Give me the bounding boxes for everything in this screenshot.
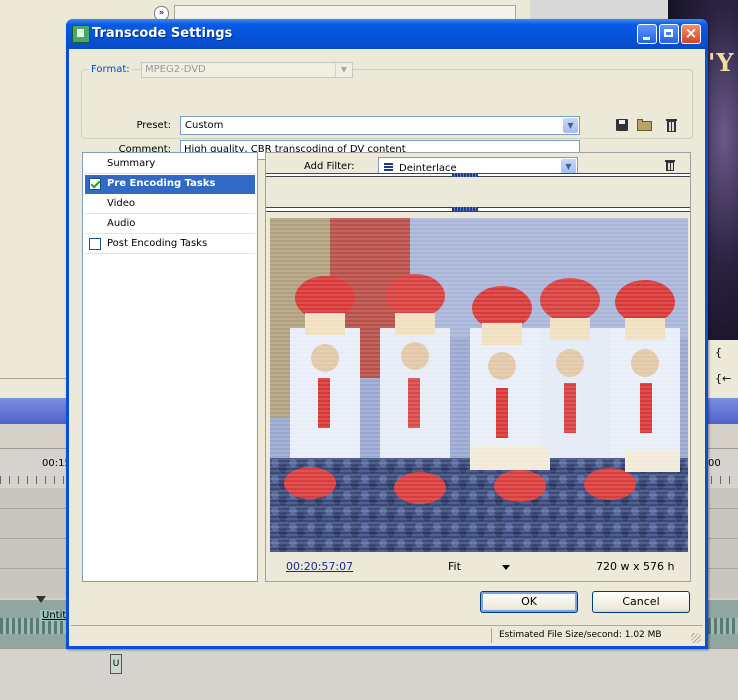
transcode-settings-dialog: Transcode Settings × Format: MPEG2-DVD ▼… [66,19,708,649]
playhead-icon[interactable] [36,596,46,603]
dialog-client: Format: MPEG2-DVD ▼ Preset: Custom ▼ Com… [69,49,705,646]
task-label: Summary [107,158,156,169]
mark-in-icon[interactable]: { [715,346,722,359]
format-value: MPEG2-DVD [145,64,206,75]
pre-encoding-checkbox[interactable] [89,178,101,190]
bg-monitor-controls: { {← [705,340,738,400]
filter-icon [384,163,393,172]
trash-icon[interactable] [664,160,676,172]
close-button[interactable]: × [681,24,701,44]
bg-project-panel [0,22,68,398]
task-item-audio[interactable]: Audio [85,215,255,234]
format-label: Format: [89,64,132,75]
zoom-select[interactable]: Fit [448,560,461,573]
estimated-size-label: Estimated File Size/second: 1.02 MB [499,630,662,640]
bg-video-caption: 'Y [708,48,735,77]
chevron-down-icon[interactable]: ▼ [561,159,576,174]
timecode-link[interactable]: 00:20:57:07 [286,560,353,573]
task-label: Pre Encoding Tasks [107,178,216,189]
resize-grip-icon[interactable] [691,633,701,643]
task-item-post-encoding[interactable]: Post Encoding Tasks [85,235,255,254]
resolution-label: 720 w x 576 h [596,560,675,573]
task-label: Audio [107,218,136,229]
chevron-down-icon[interactable] [502,565,510,570]
task-label: Video [107,198,136,209]
post-encoding-checkbox[interactable] [89,238,101,250]
preset-label: Preset: [136,120,171,131]
cancel-button[interactable]: Cancel [592,591,690,613]
task-label: Post Encoding Tasks [107,238,208,249]
maximize-button[interactable] [659,24,679,44]
track-marker[interactable]: U [110,654,122,674]
task-list: Summary Pre Encoding Tasks Video Audio P… [82,152,258,582]
preset-select[interactable]: Custom ▼ [180,116,580,135]
status-bar: Estimated File Size/second: 1.02 MB [71,625,703,645]
task-item-pre-encoding[interactable]: Pre Encoding Tasks [85,175,255,194]
splitter-handle[interactable] [452,173,478,177]
format-select: MPEG2-DVD ▼ [141,62,353,78]
preset-value: Custom [185,120,224,131]
task-item-summary[interactable]: Summary [85,155,255,174]
ok-button[interactable]: OK [480,591,578,613]
filter-list-bottom [266,207,690,212]
dialog-title: Transcode Settings [92,26,233,41]
filter-list-top [266,173,690,177]
trash-icon[interactable] [663,116,681,134]
chevron-down-icon[interactable]: ▼ [563,118,578,133]
app-icon [72,25,90,43]
open-folder-icon[interactable] [636,116,654,134]
task-settings-panel: Add Filter: Deinterlace ▼ 00:20:57:07 Fi… [265,152,691,582]
task-item-video[interactable]: Video [85,195,255,214]
title-bar[interactable]: Transcode Settings × [66,19,708,49]
minimize-button[interactable] [637,24,657,44]
preview-frame [270,218,688,552]
video-preview [270,218,688,552]
go-to-in-icon[interactable]: {← [715,372,731,385]
chevron-down-icon: ▼ [335,63,352,77]
save-icon[interactable] [613,116,631,134]
splitter-handle[interactable] [452,207,478,211]
add-filter-label: Add Filter: [304,161,355,172]
ruler-time-right: 00 [708,458,721,469]
